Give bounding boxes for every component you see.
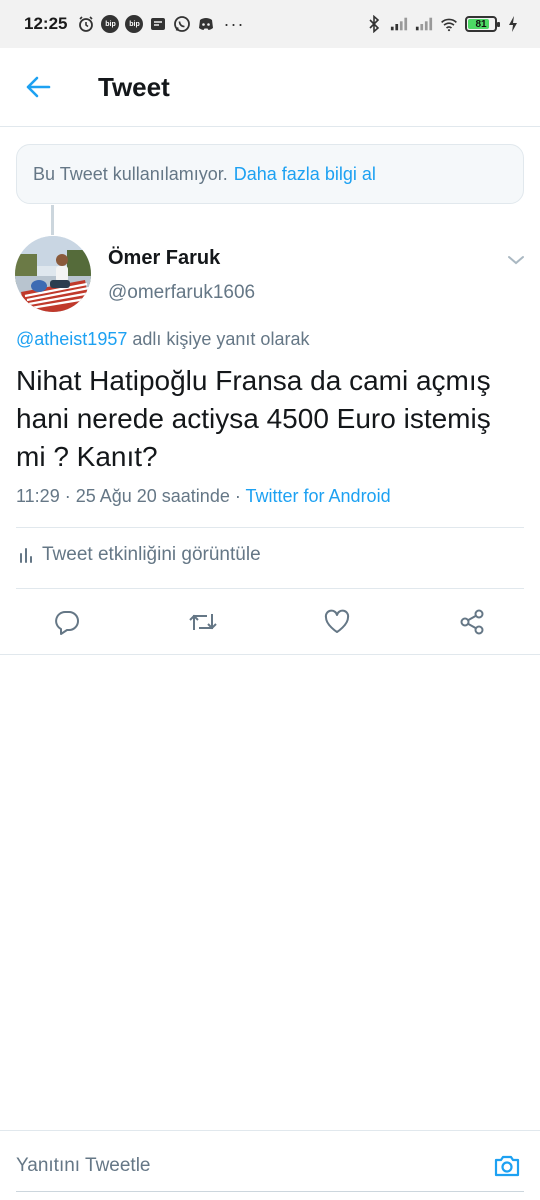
reply-context: @atheist1957 adlı kişiye yanıt olarak (16, 329, 309, 350)
tweet-activity-label: Tweet etkinliğini görüntüle (42, 544, 261, 565)
reply-input-underline (16, 1191, 524, 1192)
heart-icon (324, 609, 350, 633)
reply-composer: Yanıtını Tweetle (0, 1130, 540, 1200)
camera-button[interactable] (490, 1149, 524, 1183)
avatar-image (15, 236, 91, 312)
author-name[interactable]: Ömer Faruk (108, 247, 220, 270)
back-button[interactable] (10, 59, 66, 115)
share-icon (460, 609, 484, 635)
avatar[interactable] (15, 236, 91, 312)
bar-chart-icon (20, 548, 32, 563)
tweet-timestamp: 11:29 · 25 Ağu 20 saatinde · (16, 486, 246, 506)
battery-percent: 81 (475, 18, 487, 30)
chevron-down-icon (508, 256, 524, 265)
comment-icon (55, 611, 79, 635)
signal-icon-1 (390, 15, 408, 33)
back-arrow-icon (26, 76, 51, 98)
status-time: 12:25 (24, 14, 68, 33)
retweet-icon (189, 614, 217, 630)
bip-app-icon-2: bip (125, 15, 144, 33)
tweet-options-button[interactable] (504, 248, 528, 272)
author-handle[interactable]: @omerfaruk1606 (108, 282, 255, 304)
whatsapp-icon (173, 15, 191, 33)
camera-icon (494, 1155, 520, 1177)
reply-input[interactable]: Yanıtını Tweetle (16, 1155, 151, 1177)
status-bar: 12:25 bip bip ··· 81 (0, 0, 540, 48)
notification-icons: bip bip ··· (77, 15, 244, 33)
unavailable-tweet-notice: Bu Tweet kullanılamıyor. Daha fazla bilg… (16, 144, 524, 204)
discord-icon (197, 15, 215, 33)
reply-context-text: adlı kişiye yanıt olarak (132, 329, 310, 349)
like-button[interactable] (315, 600, 359, 644)
system-icons: 81 (365, 15, 522, 33)
tweet-activity-link[interactable]: Tweet etkinliğini görüntüle (16, 544, 261, 566)
alarm-icon (77, 15, 95, 33)
tweet-actions (0, 600, 540, 644)
wifi-icon (440, 15, 458, 33)
share-button[interactable] (450, 600, 494, 644)
divider (16, 527, 524, 528)
tweet-source-link[interactable]: Twitter for Android (246, 486, 391, 506)
bip-app-icon: bip (101, 15, 120, 33)
page-title: Tweet (98, 71, 170, 102)
message-icon (149, 15, 167, 33)
app-header: Tweet (0, 48, 540, 127)
divider (0, 654, 540, 655)
signal-icon-2 (415, 15, 433, 33)
tweet-meta: 11:29 · 25 Ağu 20 saatinde · Twitter for… (16, 486, 391, 507)
reply-button[interactable] (45, 600, 89, 644)
bluetooth-icon (365, 15, 383, 33)
thread-connector (51, 205, 54, 235)
charging-icon (504, 15, 522, 33)
more-notifications: ··· (223, 14, 245, 34)
tweet-text: Nihat Hatipoğlu Fransa da cami açmış han… (16, 365, 491, 472)
battery-indicator: 81 (465, 16, 500, 32)
retweet-button[interactable] (181, 600, 225, 644)
divider (16, 588, 524, 589)
reply-mention-link[interactable]: @atheist1957 (16, 329, 127, 349)
notice-text: Bu Tweet kullanılamıyor. (33, 163, 228, 184)
learn-more-link[interactable]: Daha fazla bilgi al (234, 164, 376, 185)
